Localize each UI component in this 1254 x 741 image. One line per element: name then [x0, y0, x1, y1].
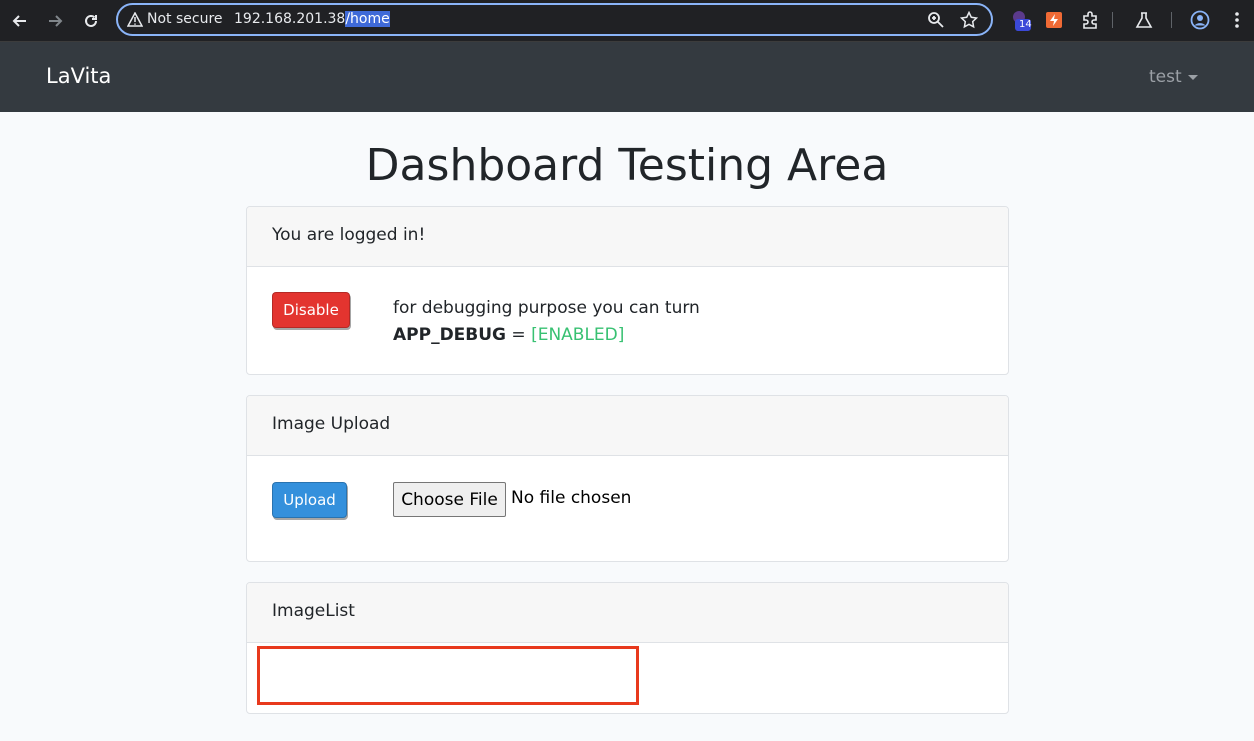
url-host: 192.168.201.38 — [234, 11, 346, 27]
choose-file-button[interactable]: Choose File — [393, 482, 506, 517]
file-status-text: No file chosen — [511, 488, 632, 508]
caret-down-icon[interactable] — [1188, 75, 1198, 80]
toolbar-divider — [1171, 12, 1172, 28]
debug-value: [ENABLED] — [531, 325, 625, 345]
bookmark-star-icon[interactable] — [959, 10, 979, 33]
extension-badge-count: 14 — [1019, 19, 1032, 30]
profile-avatar-icon[interactable] — [1189, 9, 1211, 31]
debug-key: APP_DEBUG — [393, 325, 507, 345]
address-bar[interactable]: Not secure 192.168.201.38/home — [116, 3, 993, 36]
upload-card-header: Image Upload — [247, 396, 1008, 456]
image-list-card-header: ImageList — [247, 583, 1008, 643]
debug-status-line: APP_DEBUG = [ENABLED] — [393, 322, 700, 349]
forward-icon[interactable] — [43, 9, 67, 33]
image-list-card: ImageList — [246, 582, 1009, 714]
highlight-annotation-box — [257, 646, 639, 705]
menu-kebab-icon[interactable] — [1226, 9, 1248, 31]
brand-link[interactable]: LaVita — [46, 64, 111, 88]
url-path: /home — [345, 11, 390, 27]
disable-button[interactable]: Disable — [272, 292, 350, 328]
security-label[interactable]: Not secure — [147, 11, 223, 27]
upload-button[interactable]: Upload — [272, 482, 347, 518]
app-navbar: LaVita test — [0, 42, 1254, 112]
extensions-puzzle-icon[interactable] — [1079, 9, 1101, 31]
status-card-header: You are logged in! — [247, 207, 1008, 267]
browser-toolbar: Not secure 192.168.201.38/home 14 — [0, 0, 1254, 42]
debug-equals: = — [506, 325, 532, 345]
debug-description: for debugging purpose you can turn — [393, 298, 700, 318]
debug-message: for debugging purpose you can turn APP_D… — [393, 295, 700, 349]
labs-flask-icon[interactable] — [1133, 9, 1155, 31]
user-dropdown[interactable]: test — [1149, 67, 1182, 87]
url-text[interactable]: 192.168.201.38/home — [234, 11, 390, 27]
toolbar-divider — [1112, 12, 1113, 28]
back-icon[interactable] — [8, 9, 32, 33]
warning-icon — [126, 11, 144, 31]
lightning-extension-icon[interactable] — [1043, 9, 1065, 31]
extension-badge-icon[interactable]: 14 — [1010, 9, 1032, 31]
upload-card: Image Upload Upload Choose File No file … — [246, 395, 1009, 562]
reload-icon[interactable] — [79, 9, 103, 33]
page-title: Dashboard Testing Area — [365, 140, 889, 191]
status-card: You are logged in! Disable for debugging… — [246, 206, 1009, 375]
zoom-icon[interactable] — [927, 11, 945, 33]
